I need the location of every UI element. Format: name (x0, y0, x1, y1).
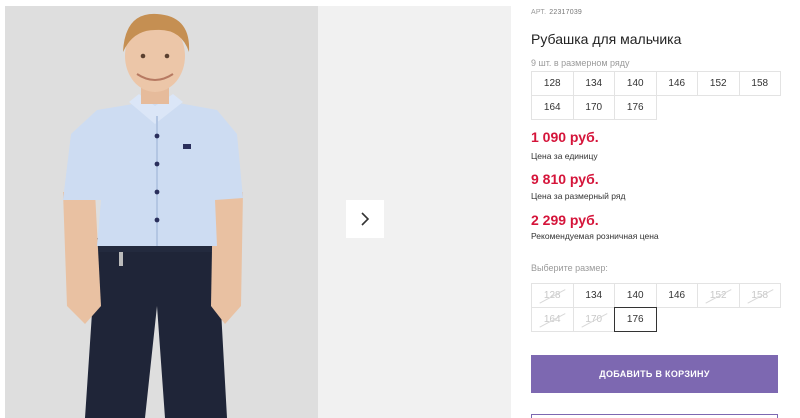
series-price-label: Цена за размерный ряд (531, 191, 626, 201)
series-size-cell: 170 (572, 95, 615, 120)
product-title: Рубашка для мальчика (531, 31, 682, 47)
size-option-unavailable: 170 (572, 307, 615, 332)
size-option-unavailable: 158 (738, 283, 781, 308)
next-image-button[interactable] (346, 200, 384, 238)
series-size-cell: 158 (738, 71, 781, 96)
series-size-cell: 152 (697, 71, 740, 96)
size-option-unavailable: 164 (531, 307, 574, 332)
size-option-unavailable: 128 (531, 283, 574, 308)
size-picker-grid: 128 134 140 146 152 158 164 170 176 (531, 283, 781, 332)
unit-price: 1 090 руб. (531, 129, 599, 145)
size-option[interactable]: 140 (614, 283, 657, 308)
size-option[interactable]: 134 (572, 283, 615, 308)
product-gallery (5, 6, 511, 418)
retail-price-label: Рекомендуемая розничная цена (531, 231, 659, 241)
article-line: АРТ. 22317039 (531, 9, 582, 16)
article-label: АРТ. (531, 9, 547, 16)
retail-price: 2 299 руб. (531, 212, 599, 228)
series-size-grid: 128 134 140 146 152 158 164 170 176 (531, 71, 781, 120)
series-size-cell: 176 (614, 95, 657, 120)
series-size-cell: 164 (531, 95, 574, 120)
article-number: 22317039 (549, 9, 583, 16)
series-count-note: 9 шт. в размерном ряду (531, 58, 630, 68)
size-option[interactable]: 146 (655, 283, 698, 308)
series-size-cell: 146 (655, 71, 698, 96)
choose-size-label: Выберите размер: (531, 263, 608, 273)
add-to-cart-button[interactable]: ДОБАВИТЬ В КОРЗИНУ (531, 355, 778, 393)
product-info-panel: АРТ. 22317039 Рубашка для мальчика 9 шт. … (531, 0, 796, 418)
series-price: 9 810 руб. (531, 171, 599, 187)
size-option-selected[interactable]: 176 (614, 307, 657, 332)
series-size-cell: 134 (572, 71, 615, 96)
series-size-cell: 140 (614, 71, 657, 96)
unit-price-label: Цена за единицу (531, 151, 598, 161)
size-option-unavailable: 152 (697, 283, 740, 308)
secondary-button-edge[interactable] (531, 414, 778, 418)
chevron-right-icon (361, 212, 370, 226)
series-size-cell: 128 (531, 71, 574, 96)
product-photo[interactable] (5, 6, 318, 418)
